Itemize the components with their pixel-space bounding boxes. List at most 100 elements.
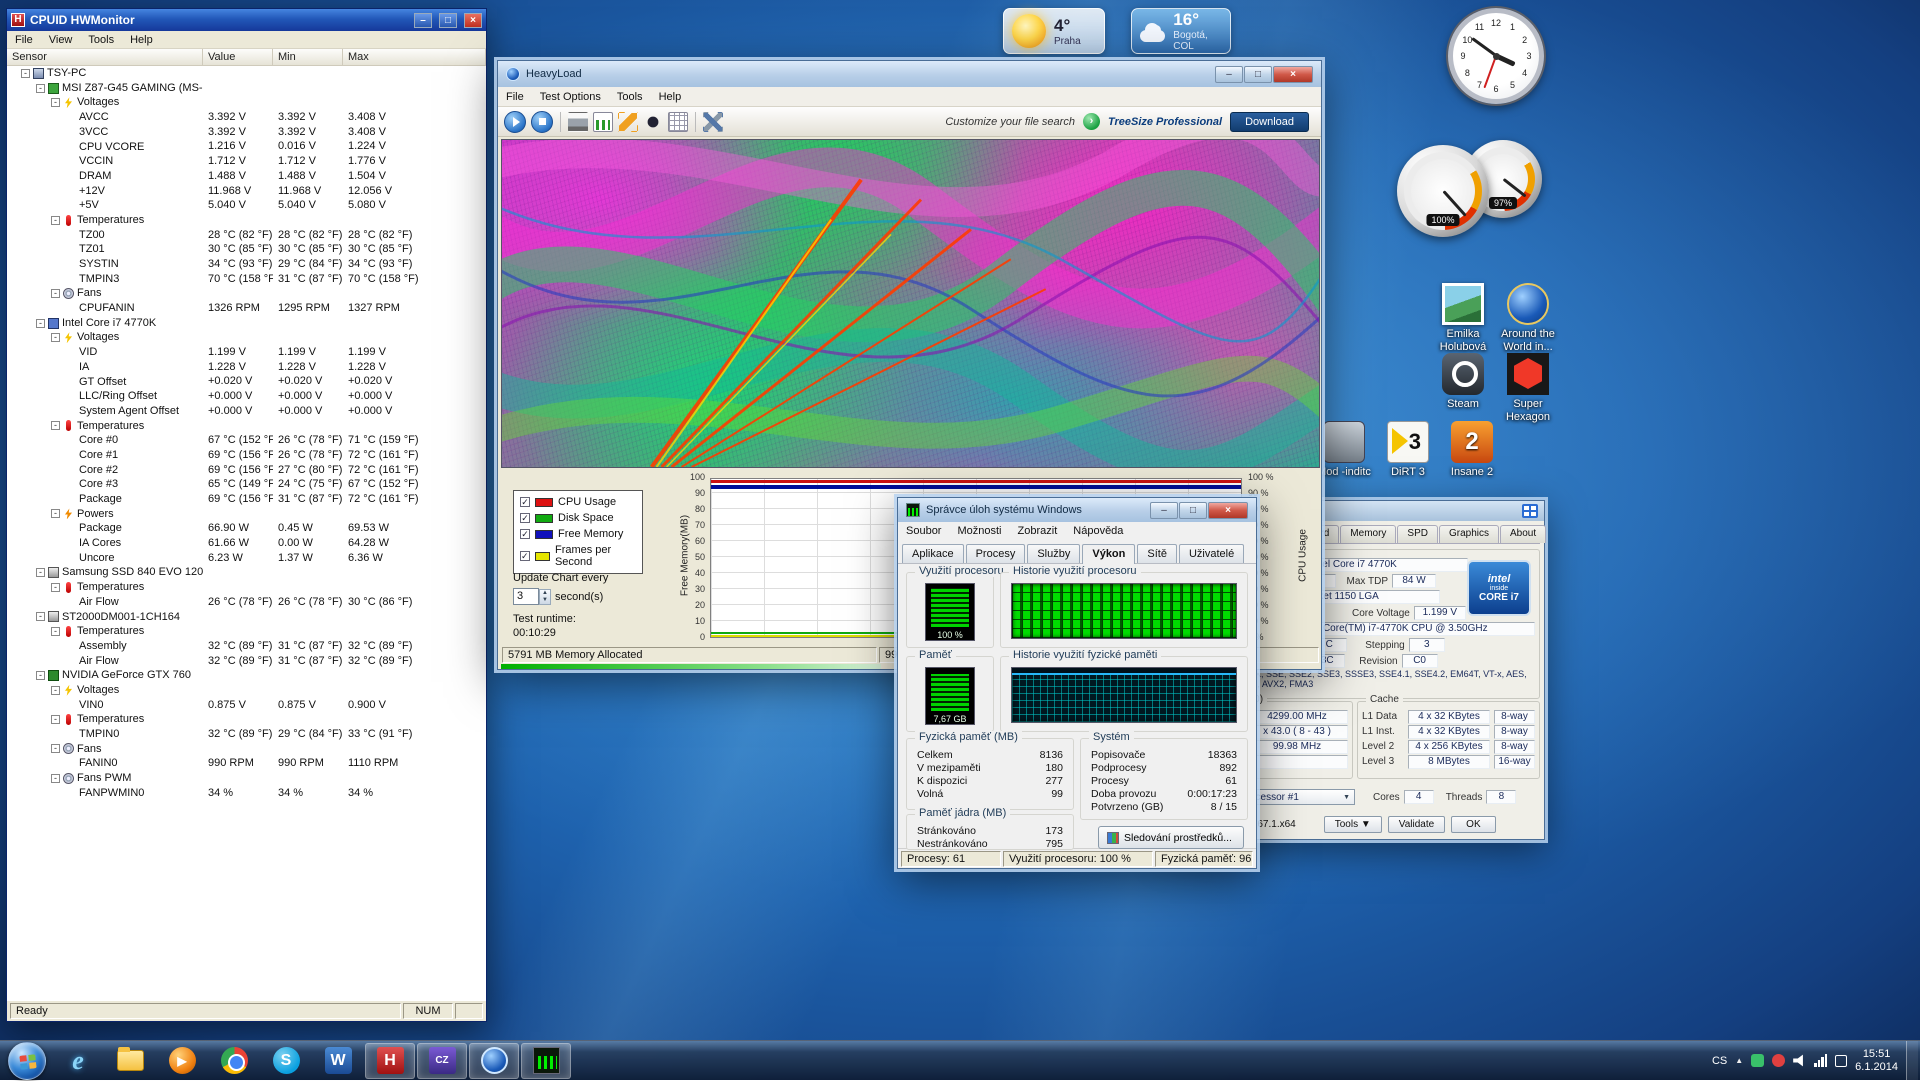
collapse-toggle[interactable]: - bbox=[21, 69, 30, 78]
taskmgr-menu-mo-nosti[interactable]: Možnosti bbox=[949, 522, 1009, 540]
volume-icon[interactable] bbox=[1793, 1054, 1806, 1067]
maximize-button[interactable]: □ bbox=[1179, 502, 1207, 519]
weather-gadget-bogota[interactable]: 16° Bogotá, COL bbox=[1131, 8, 1231, 54]
ok-button[interactable]: OK bbox=[1451, 816, 1495, 833]
sensor-tree[interactable]: -TSY-PC-MSI Z87-G45 GAMING (MS-7...-Volt… bbox=[7, 66, 486, 1001]
chart-icon[interactable] bbox=[593, 112, 613, 132]
close-button[interactable]: × bbox=[1208, 502, 1248, 519]
sensor-row[interactable]: Assembly32 °C (89 °F)31 °C (87 °F)32 °C … bbox=[7, 639, 486, 654]
taskbar-button-hwmonitor[interactable]: H bbox=[365, 1043, 415, 1079]
tools-button[interactable]: Tools ▼ bbox=[1324, 816, 1382, 833]
sensor-row[interactable]: Core #269 °C (156 °F)27 °C (80 °F)72 °C … bbox=[7, 463, 486, 478]
download-button[interactable]: Download bbox=[1230, 112, 1309, 132]
sensor-row[interactable]: -Powers bbox=[7, 507, 486, 522]
sensor-row[interactable]: IA Cores61.66 W0.00 W64.28 W bbox=[7, 536, 486, 551]
network-icon[interactable] bbox=[1814, 1054, 1827, 1067]
sensor-row[interactable]: Package66.90 W0.45 W69.53 W bbox=[7, 521, 486, 536]
taskbar-button-heavyload[interactable] bbox=[469, 1043, 519, 1079]
sensor-row[interactable]: -Fans bbox=[7, 286, 486, 301]
sensor-row[interactable]: TZ0130 °C (85 °F)30 °C (85 °F)30 °C (85 … bbox=[7, 242, 486, 257]
tab-slu-by[interactable]: Služby bbox=[1027, 544, 1080, 563]
collapse-toggle[interactable]: - bbox=[36, 568, 45, 577]
taskbar-button-libraries[interactable] bbox=[105, 1043, 155, 1079]
sensor-row[interactable]: Uncore6.23 W1.37 W6.36 W bbox=[7, 551, 486, 566]
heavyload-menu-tools[interactable]: Tools bbox=[609, 88, 651, 106]
collapse-toggle[interactable]: - bbox=[51, 98, 60, 107]
sensor-row[interactable]: SYSTIN34 °C (93 °F)29 °C (84 °F)34 °C (9… bbox=[7, 257, 486, 272]
sensor-row[interactable]: -Temperatures bbox=[7, 419, 486, 434]
sensor-row[interactable]: -Voltages bbox=[7, 330, 486, 345]
checkbox-icon[interactable]: ✓ bbox=[520, 513, 530, 523]
sensor-row[interactable]: Package69 °C (156 °F)31 °C (87 °F)72 °C … bbox=[7, 492, 486, 507]
edit-icon[interactable] bbox=[618, 112, 638, 132]
taskbar-button-chrome[interactable] bbox=[209, 1043, 259, 1079]
sensor-row[interactable]: -Voltages bbox=[7, 683, 486, 698]
start-button[interactable] bbox=[8, 1042, 46, 1080]
weather-gadget-praha[interactable]: 4° Praha bbox=[1003, 8, 1105, 54]
taskbar-button-skype[interactable]: S bbox=[261, 1043, 311, 1079]
sensor-row[interactable]: IA1.228 V1.228 V1.228 V bbox=[7, 360, 486, 375]
sensor-row[interactable]: -Samsung SSD 840 EVO 120GB bbox=[7, 565, 486, 580]
maximize-button[interactable]: □ bbox=[439, 13, 457, 28]
tab-u-ivatel[interactable]: Uživatelé bbox=[1179, 544, 1244, 563]
sensor-row[interactable]: -Temperatures bbox=[7, 712, 486, 727]
collapse-toggle[interactable]: - bbox=[51, 627, 60, 636]
sensor-row[interactable]: -Intel Core i7 4770K bbox=[7, 316, 486, 331]
taskmgr-menu-soubor[interactable]: Soubor bbox=[898, 522, 949, 540]
resource-monitor-button[interactable]: Sledování prostředků... bbox=[1098, 826, 1244, 849]
heavyload-menu-file[interactable]: File bbox=[498, 88, 532, 106]
collapse-toggle[interactable]: - bbox=[51, 333, 60, 342]
cpuz-tab-about[interactable]: About bbox=[1500, 525, 1546, 543]
sensor-row[interactable]: Core #067 °C (152 °F)26 °C (78 °F)71 °C … bbox=[7, 433, 486, 448]
sensor-row[interactable]: Air Flow26 °C (78 °F)26 °C (78 °F)30 °C … bbox=[7, 595, 486, 610]
show-desktop-button[interactable] bbox=[1906, 1041, 1918, 1081]
collapse-toggle[interactable]: - bbox=[51, 686, 60, 695]
collapse-toggle[interactable]: - bbox=[36, 319, 45, 328]
tray-clock[interactable]: 15:51 6.1.2014 bbox=[1855, 1048, 1898, 1074]
desktop-icon-dirt-3[interactable]: DiRT 3 bbox=[1377, 421, 1439, 479]
collapse-toggle[interactable]: - bbox=[51, 289, 60, 298]
desktop-icon-mod-inditc[interactable]: Mod -inditc bbox=[1313, 421, 1375, 479]
sensor-row[interactable]: VID1.199 V1.199 V1.199 V bbox=[7, 345, 486, 360]
desktop-icon-super-hexagon[interactable]: Super Hexagon bbox=[1497, 353, 1559, 424]
sensor-row[interactable]: +5V5.040 V5.040 V5.080 V bbox=[7, 198, 486, 213]
sensor-row[interactable]: -Temperatures bbox=[7, 624, 486, 639]
tab-aplikace[interactable]: Aplikace bbox=[902, 544, 964, 563]
taskbar-button-taskmgr[interactable] bbox=[521, 1043, 571, 1079]
settings-icon[interactable] bbox=[703, 112, 723, 132]
collapse-toggle[interactable]: - bbox=[51, 715, 60, 724]
stop-test-button[interactable] bbox=[531, 111, 553, 133]
update-interval-input[interactable]: 3 bbox=[513, 588, 539, 605]
sensor-row[interactable]: -Voltages bbox=[7, 95, 486, 110]
sensor-row[interactable]: TMPIN032 °C (89 °F)29 °C (84 °F)33 °C (9… bbox=[7, 727, 486, 742]
column-header-min[interactable]: Min bbox=[273, 49, 343, 65]
sensor-row[interactable]: VIN00.875 V0.875 V0.900 V bbox=[7, 698, 486, 713]
desktop-icon-around-the-world-in[interactable]: Around the World in... bbox=[1497, 283, 1559, 354]
tray-app-icon-green[interactable] bbox=[1751, 1054, 1764, 1067]
heavyload-titlebar[interactable]: HeavyLoad – □ × bbox=[498, 61, 1321, 87]
hwmonitor-menu-tools[interactable]: Tools bbox=[80, 31, 122, 49]
sensor-row[interactable]: CPUFANIN1326 RPM1295 RPM1327 RPM bbox=[7, 301, 486, 316]
heavyload-menu-test-options[interactable]: Test Options bbox=[532, 88, 609, 106]
checkbox-icon[interactable]: ✓ bbox=[520, 497, 530, 507]
record-icon[interactable] bbox=[643, 112, 663, 132]
checkbox-icon[interactable]: ✓ bbox=[520, 529, 530, 539]
close-button[interactable]: × bbox=[1273, 66, 1313, 83]
sensor-row[interactable]: TZ0028 °C (82 °F)28 °C (82 °F)28 °C (82 … bbox=[7, 228, 486, 243]
collapse-toggle[interactable]: - bbox=[51, 216, 60, 225]
desktop-icon-steam[interactable]: Steam bbox=[1432, 353, 1494, 411]
sensor-row[interactable]: -Temperatures bbox=[7, 213, 486, 228]
maximize-button[interactable]: □ bbox=[1244, 66, 1272, 83]
collapse-toggle[interactable]: - bbox=[51, 583, 60, 592]
desktop-icon-insane-2[interactable]: Insane 2 bbox=[1441, 421, 1503, 479]
sensor-row[interactable]: -Fans PWM bbox=[7, 771, 486, 786]
tray-overflow-chevron-icon[interactable]: ▲ bbox=[1735, 1056, 1743, 1065]
sensor-row[interactable]: TMPIN370 °C (158 °F)31 °C (87 °F)70 °C (… bbox=[7, 272, 486, 287]
clock-gadget[interactable]: 121234567891011 bbox=[1448, 8, 1544, 104]
sensor-row[interactable]: LLC/Ring Offset+0.000 V+0.000 V+0.000 V bbox=[7, 389, 486, 404]
sensor-row[interactable]: System Agent Offset+0.000 V+0.000 V+0.00… bbox=[7, 404, 486, 419]
cpuz-tab-memory[interactable]: Memory bbox=[1340, 525, 1396, 543]
column-header-max[interactable]: Max bbox=[343, 49, 486, 65]
collapse-toggle[interactable]: - bbox=[51, 509, 60, 518]
collapse-toggle[interactable]: - bbox=[51, 744, 60, 753]
